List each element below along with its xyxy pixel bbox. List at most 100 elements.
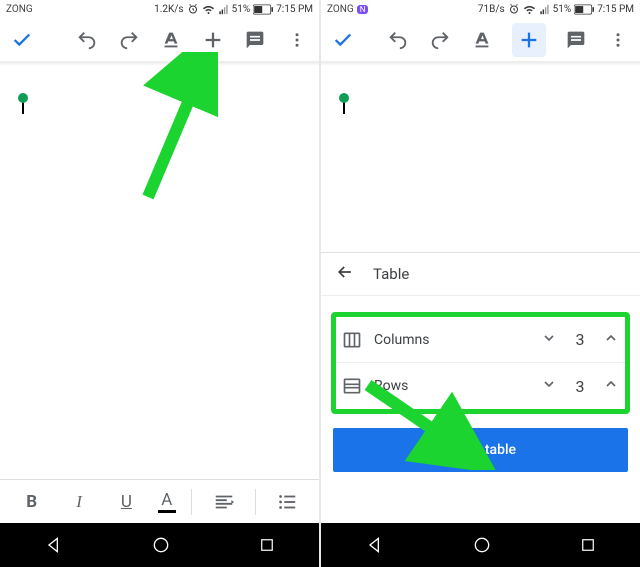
net-speed: 1.2K/s xyxy=(154,4,183,15)
document-canvas[interactable] xyxy=(321,62,640,252)
undo-icon xyxy=(76,29,98,51)
arrow-back-icon xyxy=(335,262,355,282)
home-button[interactable] xyxy=(151,535,171,555)
done-button[interactable] xyxy=(331,28,355,52)
columns-label: Columns xyxy=(374,332,429,348)
alarm-icon xyxy=(187,3,199,15)
rows-label: Rows xyxy=(374,378,408,394)
table-panel-header: Table xyxy=(321,252,640,296)
chevron-down-icon xyxy=(541,376,557,392)
battery-icon xyxy=(574,4,594,15)
columns-decrease[interactable] xyxy=(541,330,557,350)
text-cursor xyxy=(22,98,24,114)
text-format-button[interactable] xyxy=(470,28,494,52)
battery-pct: 51% xyxy=(232,4,251,15)
recents-button[interactable] xyxy=(579,536,597,554)
back-button[interactable] xyxy=(44,535,64,555)
text-cursor xyxy=(343,98,345,114)
recents-button[interactable] xyxy=(258,536,276,554)
triangle-back-icon xyxy=(44,535,64,555)
status-bar: ZONG N 71B/s 51% 7:15 PM xyxy=(321,0,640,18)
undo-button[interactable] xyxy=(75,28,99,52)
divider xyxy=(191,489,192,515)
wifi-icon xyxy=(523,3,536,15)
format-bar: B I U A xyxy=(0,479,319,523)
undo-icon xyxy=(387,29,409,51)
text-format-icon xyxy=(471,29,493,51)
android-navbar xyxy=(0,523,319,567)
square-recents-icon xyxy=(579,536,597,554)
comment-button[interactable] xyxy=(243,28,267,52)
battery-pct: 51% xyxy=(553,4,572,15)
triangle-back-icon xyxy=(365,535,385,555)
signal-icon xyxy=(539,4,550,15)
panel-title: Table xyxy=(373,265,409,283)
insert-button[interactable] xyxy=(201,28,225,52)
rows-row: Rows 3 xyxy=(336,363,625,409)
android-navbar xyxy=(321,523,640,567)
bold-button[interactable]: B xyxy=(16,486,48,518)
chevron-down-icon xyxy=(541,330,557,346)
plus-icon xyxy=(518,29,540,51)
more-vert-icon xyxy=(288,31,306,49)
signal-icon xyxy=(218,4,229,15)
screenshot-left: ZONG 1.2K/s 51% 7:15 PM xyxy=(0,0,319,567)
columns-value: 3 xyxy=(575,330,585,349)
status-bar: ZONG 1.2K/s 51% 7:15 PM xyxy=(0,0,319,18)
overflow-menu[interactable] xyxy=(606,28,630,52)
insert-table-label: Insert table xyxy=(445,442,516,458)
text-format-button[interactable] xyxy=(159,28,183,52)
chevron-up-icon xyxy=(603,376,619,392)
notification-badge: N xyxy=(357,5,369,14)
text-format-icon xyxy=(160,29,182,51)
insert-button-active[interactable] xyxy=(512,23,546,57)
panel-back-button[interactable] xyxy=(335,262,355,286)
chevron-up-icon xyxy=(603,330,619,346)
check-icon xyxy=(11,29,33,51)
clock: 7:15 PM xyxy=(276,4,313,15)
divider xyxy=(255,489,256,515)
battery-icon xyxy=(253,4,273,15)
overflow-menu[interactable] xyxy=(285,28,309,52)
redo-icon xyxy=(429,29,451,51)
rows-value: 3 xyxy=(575,377,585,396)
columns-icon xyxy=(342,330,362,350)
editor-toolbar xyxy=(321,18,640,62)
italic-button[interactable]: I xyxy=(63,486,95,518)
columns-increase[interactable] xyxy=(603,330,619,350)
redo-button[interactable] xyxy=(117,28,141,52)
check-icon xyxy=(332,29,354,51)
home-button[interactable] xyxy=(472,535,492,555)
wifi-icon xyxy=(202,3,215,15)
more-vert-icon xyxy=(609,31,627,49)
comment-icon xyxy=(566,30,586,50)
redo-button[interactable] xyxy=(428,28,452,52)
done-button[interactable] xyxy=(10,28,34,52)
back-button[interactable] xyxy=(365,535,385,555)
underline-button[interactable]: U xyxy=(110,486,142,518)
circle-home-icon xyxy=(151,535,171,555)
insert-table-button[interactable]: Insert table xyxy=(333,428,628,472)
rows-increase[interactable] xyxy=(603,376,619,396)
square-recents-icon xyxy=(258,536,276,554)
text-color-button[interactable]: A xyxy=(158,491,176,513)
net-speed: 71B/s xyxy=(478,4,505,15)
rows-icon xyxy=(342,376,362,396)
list-button[interactable] xyxy=(271,486,303,518)
align-button[interactable] xyxy=(208,486,240,518)
circle-home-icon xyxy=(472,535,492,555)
list-icon xyxy=(276,491,298,513)
columns-row: Columns 3 xyxy=(336,317,625,363)
align-icon xyxy=(213,491,235,513)
editor-toolbar xyxy=(0,18,319,62)
document-canvas[interactable] xyxy=(0,62,319,479)
carrier-label: ZONG xyxy=(327,4,354,15)
undo-button[interactable] xyxy=(386,28,410,52)
screenshot-right: ZONG N 71B/s 51% 7:15 PM xyxy=(321,0,640,567)
comment-button[interactable] xyxy=(564,28,588,52)
annotation-highlight-box: Columns 3 Rows 3 xyxy=(331,312,630,414)
plus-icon xyxy=(202,29,224,51)
carrier-label: ZONG xyxy=(6,4,33,15)
rows-decrease[interactable] xyxy=(541,376,557,396)
comment-icon xyxy=(245,30,265,50)
